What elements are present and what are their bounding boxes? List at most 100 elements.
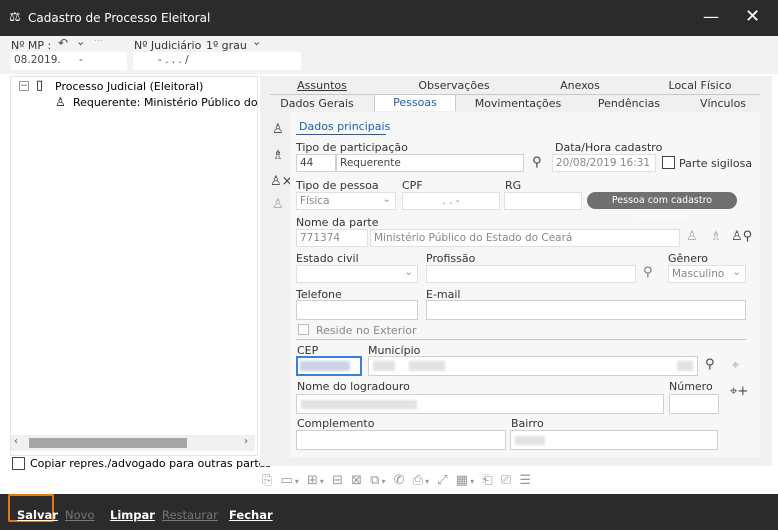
tipo-participacao-code[interactable]: 44	[296, 154, 336, 172]
folder-icon[interactable]: ▭	[281, 473, 295, 488]
tab-anexos[interactable]: Anexos	[530, 78, 630, 94]
tab-dados-gerais[interactable]: Dados Gerais	[272, 96, 362, 112]
tree-child-label[interactable]: Requerente: Ministério Público do E	[73, 96, 257, 109]
genero-select[interactable]: Masculino ⌄	[668, 265, 746, 283]
scrollbar-thumb[interactable]	[29, 438, 187, 448]
estado-civil-select[interactable]: ⌄	[296, 265, 418, 283]
horizontal-scrollbar[interactable]: ‹ ›	[11, 435, 255, 451]
chevron-down-icon[interactable]: ▾	[295, 477, 301, 486]
tab-local-fisico[interactable]: Local Físico	[650, 78, 750, 94]
numero-field[interactable]	[669, 394, 719, 414]
estado-civil-label: Estado civil	[296, 252, 359, 265]
cep-field[interactable]	[296, 356, 362, 376]
reside-exterior-checkbox[interactable]	[298, 324, 309, 335]
bairro-field[interactable]	[510, 430, 718, 450]
more-icon[interactable]: ···	[94, 36, 104, 47]
tab-pessoas[interactable]: Pessoas	[374, 94, 456, 111]
person-icon: ♙	[55, 95, 66, 109]
add-address-icon[interactable]: ⌖+	[730, 384, 748, 399]
calendar-icon[interactable]: ▦	[456, 473, 470, 488]
chevron-down-icon[interactable]: ▾	[320, 477, 326, 486]
nome-parte-field: Ministério Público do Estado do Ceará	[370, 229, 680, 247]
form-toolbar: ⎘ ▭▾ ⊞▾ ⊟ ⊠ ⧉▾ ✆ ⎙▾ ⤢ ▦▾ ⎗ ⎚ ☰	[262, 473, 642, 491]
document-list-icon[interactable]: ☰	[519, 473, 533, 488]
tipo-pessoa-select[interactable]: Física ⌄	[296, 192, 396, 210]
chevron-down-icon[interactable]: ▾	[470, 477, 476, 486]
merge-icon[interactable]: ⊠	[351, 473, 364, 488]
person-search-icon[interactable]: ♙⚲	[731, 229, 752, 244]
municipio-field[interactable]	[368, 356, 698, 376]
person-icon[interactable]: ♙	[272, 122, 284, 137]
tab-vinculos[interactable]: Vínculos	[690, 96, 756, 112]
document-lock-icon[interactable]: ⎚	[501, 473, 513, 488]
tree-root-label[interactable]: Processo Judicial (Eleitoral)	[55, 80, 203, 93]
undo-icon[interactable]: ↶	[58, 36, 68, 50]
bairro-label: Bairro	[511, 417, 544, 430]
section-title[interactable]: Dados principais	[299, 120, 390, 133]
collapse-icon[interactable]: −	[19, 81, 29, 91]
document-stack-icon[interactable]: ⧉	[370, 473, 381, 488]
address-divider	[296, 339, 746, 340]
mp-value: 08.2019.	[14, 54, 61, 66]
tab-movimentacoes[interactable]: Movimentações	[468, 96, 568, 112]
tab-assuntos[interactable]: Assuntos	[272, 78, 372, 94]
clear-button[interactable]: Limpar	[110, 508, 155, 522]
map-icon[interactable]: ⌖	[732, 358, 739, 373]
chevron-down-icon[interactable]: ⌄	[252, 35, 261, 48]
person-link-icon[interactable]: ♙	[686, 229, 698, 244]
person-group-icon[interactable]: ♗	[710, 229, 722, 244]
profissao-label: Profissão	[426, 252, 476, 265]
close-button[interactable]: Fechar	[229, 508, 273, 522]
judiciario-number-field[interactable]: - . . . /	[133, 52, 301, 70]
phone-icon[interactable]: ✆	[394, 473, 407, 488]
scroll-right-icon[interactable]: ›	[244, 436, 248, 447]
chevron-down-icon[interactable]: ▾	[425, 477, 431, 486]
chevron-down-icon: ⌄	[382, 193, 391, 205]
municipio-name-redacted	[409, 361, 445, 371]
person-add-icon[interactable]: ♗	[272, 148, 284, 163]
reside-exterior-label: Reside no Exterior	[316, 324, 417, 337]
rg-field[interactable]	[504, 192, 582, 210]
cpf-label: CPF	[402, 179, 423, 192]
cpf-field[interactable]: . . -	[402, 192, 500, 210]
minimize-icon[interactable]: —	[703, 7, 719, 26]
data-hora-label: Data/Hora cadastro	[555, 141, 663, 154]
tab-observacoes[interactable]: Observações	[404, 78, 504, 94]
email-field[interactable]	[426, 300, 746, 320]
tipo-participacao-label: Tipo de participação	[296, 141, 408, 154]
pessoa-controlado-badge: Pessoa com cadastro controlado	[587, 192, 737, 223]
municipio-uf-redacted	[677, 361, 693, 371]
mp-label: Nº MP :	[11, 39, 52, 52]
telefone-field[interactable]	[296, 300, 418, 320]
copy-icon[interactable]: ⎘	[262, 473, 274, 488]
complemento-field[interactable]	[296, 430, 506, 450]
new-button[interactable]: Novo	[65, 508, 94, 522]
person-edit-icon[interactable]: ♙	[272, 197, 284, 212]
print-icon[interactable]: ⎙	[413, 473, 425, 488]
save-button[interactable]: Salvar	[17, 508, 58, 522]
parte-sigilosa-label: Parte sigilosa	[679, 157, 753, 170]
parte-sigilosa-checkbox[interactable]	[662, 156, 675, 169]
close-icon[interactable]: ✕	[745, 6, 760, 27]
restore-button[interactable]: Restaurar	[162, 508, 218, 522]
expand-icon[interactable]: ⤢	[437, 473, 449, 488]
stamp-icon[interactable]: ⎗	[482, 473, 494, 488]
profissao-field[interactable]	[426, 265, 636, 283]
hierarchy-icon[interactable]: ⊞	[307, 473, 320, 488]
judiciario-value: - . . . /	[158, 54, 189, 66]
rg-label: RG	[505, 179, 522, 192]
search-icon[interactable]: ⚲	[532, 155, 542, 170]
chevron-down-icon[interactable]: ▾	[381, 477, 387, 486]
mp-value-suffix: -	[79, 54, 83, 66]
copy-representative-checkbox[interactable]	[12, 457, 25, 470]
chevron-down-icon[interactable]: ⌄	[76, 35, 85, 48]
logradouro-field[interactable]	[296, 394, 664, 414]
scroll-left-icon[interactable]: ‹	[14, 436, 18, 447]
search-icon[interactable]: ⚲	[705, 357, 715, 372]
tab-pendencias[interactable]: Pendências	[586, 96, 672, 112]
search-icon[interactable]: ⚲	[643, 265, 653, 280]
tipo-participacao-input[interactable]: Requerente	[336, 154, 524, 172]
bairro-value-redacted	[515, 436, 545, 445]
mp-number-field[interactable]: 08.2019. -	[11, 52, 127, 70]
split-icon[interactable]: ⊟	[332, 473, 345, 488]
